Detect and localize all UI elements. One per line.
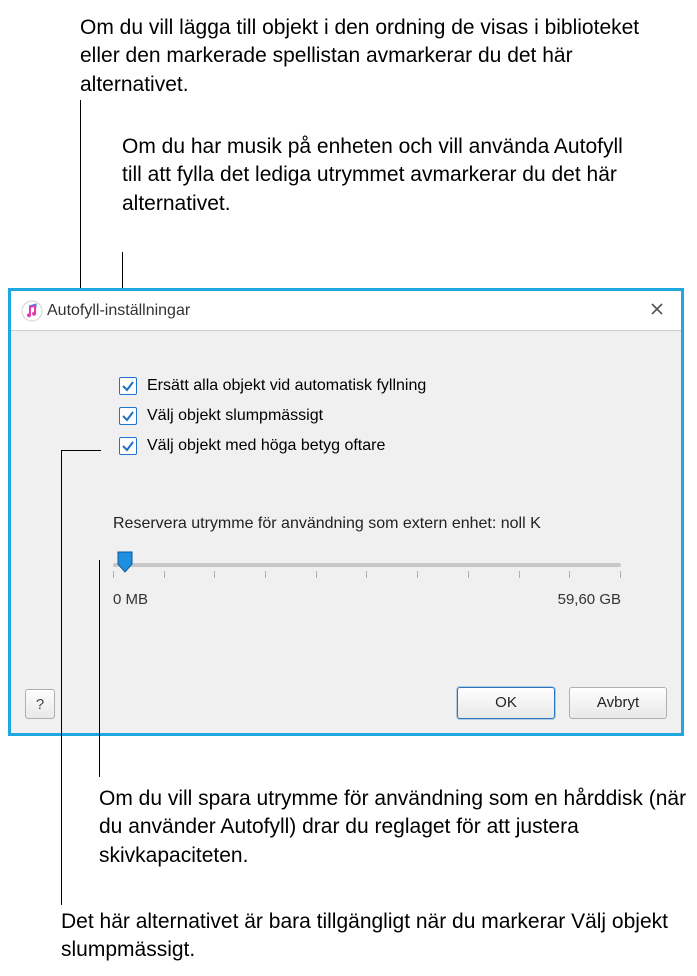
reserve-space-label: Reservera utrymme för användning som ext… — [113, 515, 621, 533]
reserve-space-slider[interactable] — [113, 553, 621, 579]
help-button[interactable]: ? — [25, 689, 55, 719]
checkbox-icon — [119, 377, 137, 395]
close-icon — [650, 299, 664, 322]
autofill-settings-dialog: Autofyll-inställningar Ersätt alla objek… — [8, 288, 684, 736]
slider-range-labels: 0 MB 59,60 GB — [113, 591, 621, 608]
leader-line — [61, 450, 62, 905]
dialog-title: Autofyll-inställningar — [47, 302, 190, 320]
checkbox-label: Välj objekt med höga betyg oftare — [147, 437, 385, 455]
leader-line — [61, 450, 101, 451]
checkbox-label: Ersätt alla objekt vid automatisk fyllni… — [147, 377, 426, 395]
slider-ticks — [113, 571, 621, 579]
callout-high-rating-dep: Det här alternativet är bara tillgänglig… — [61, 908, 681, 965]
checkbox-icon — [119, 407, 137, 425]
slider-min-label: 0 MB — [113, 591, 148, 608]
checkbox-icon — [119, 437, 137, 455]
callout-random-order: Om du vill lägga till objekt i den ordni… — [80, 14, 670, 99]
slider-max-label: 59,60 GB — [558, 591, 621, 608]
close-button[interactable] — [643, 297, 671, 325]
slider-track — [113, 563, 621, 567]
checkbox-random-objects[interactable]: Välj objekt slumpmässigt — [119, 407, 661, 425]
cancel-button[interactable]: Avbryt — [569, 687, 667, 719]
checkbox-replace-all[interactable]: Ersätt alla objekt vid automatisk fyllni… — [119, 377, 661, 395]
checkbox-label: Välj objekt slumpmässigt — [147, 407, 323, 425]
slider-thumb[interactable] — [117, 551, 133, 573]
dialog-footer: ? OK Avbryt — [25, 687, 667, 719]
titlebar: Autofyll-inställningar — [11, 291, 681, 331]
music-app-icon — [21, 300, 43, 322]
help-icon: ? — [36, 696, 44, 713]
checkbox-high-rating[interactable]: Välj objekt med höga betyg oftare — [119, 437, 661, 455]
dialog-content: Ersätt alla objekt vid automatisk fyllni… — [11, 331, 681, 733]
leader-line — [99, 560, 100, 777]
titlebar-left: Autofyll-inställningar — [21, 300, 190, 322]
reserve-space-section: Reservera utrymme för användning som ext… — [113, 515, 621, 608]
callout-slider: Om du vill spara utrymme för användning … — [99, 785, 689, 870]
ok-button[interactable]: OK — [457, 687, 555, 719]
callout-replace-all: Om du har musik på enheten och vill anvä… — [122, 133, 632, 218]
